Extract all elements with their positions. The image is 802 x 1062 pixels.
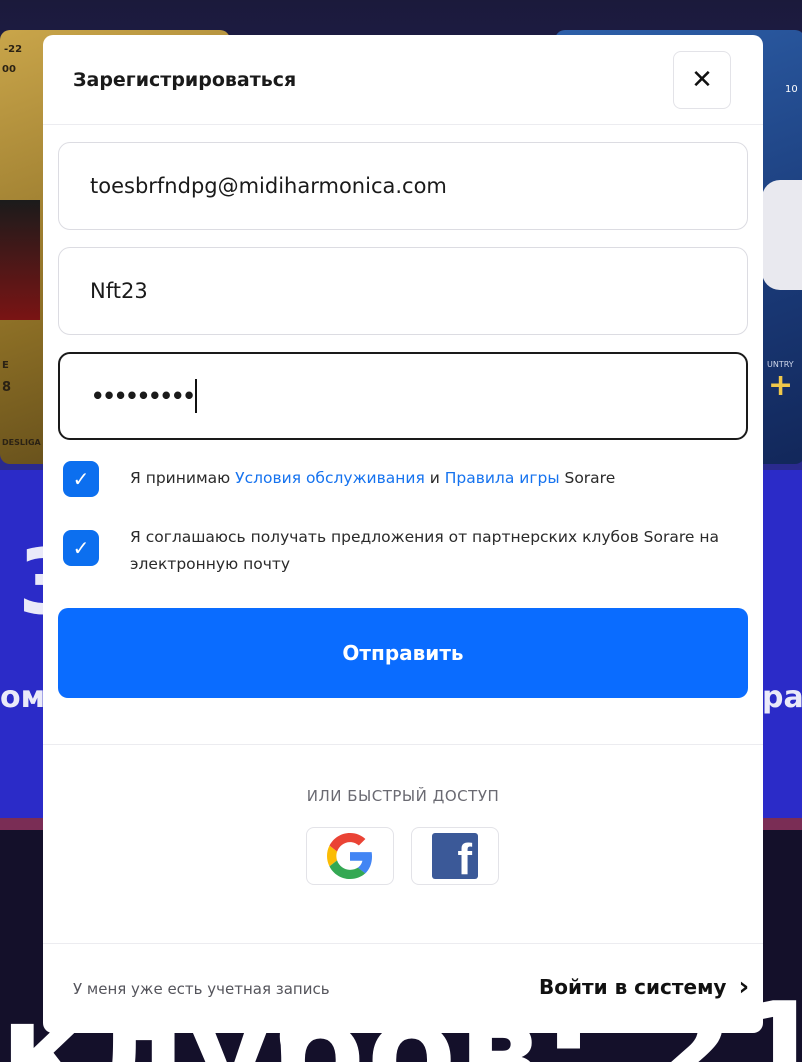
game-rules-link[interactable]: Правила игры xyxy=(445,469,560,487)
terms-middle: и xyxy=(424,469,445,487)
nickname-field[interactable]: Nft23 xyxy=(58,247,748,335)
facebook-glyph: f xyxy=(457,835,472,884)
marketing-checkbox[interactable]: ✓ xyxy=(63,530,99,566)
divider xyxy=(43,943,763,944)
player-jersey xyxy=(0,200,40,320)
terms-suffix: Sorare xyxy=(559,469,616,487)
card-meta: E xyxy=(2,360,9,371)
modal-header: Зарегистрироваться ✕ xyxy=(43,35,763,125)
terms-text: Я принимаю Условия обслуживания и Правил… xyxy=(130,465,615,492)
signup-modal: Зарегистрироваться ✕ toesbrfndpg@midihar… xyxy=(43,35,763,1033)
facebook-icon: f xyxy=(432,833,478,884)
terms-checkbox[interactable]: ✓ xyxy=(63,461,99,497)
card-meta: -22 xyxy=(4,44,23,55)
background-text: ом xyxy=(0,680,46,715)
email-value: toesbrfndpg@midiharmonica.com xyxy=(90,174,447,198)
chevron-right-icon: › xyxy=(738,972,750,1002)
player-shirt xyxy=(762,180,802,290)
checkmark-icon: ✓ xyxy=(72,536,90,560)
checkmark-icon: ✓ xyxy=(72,467,90,491)
password-field[interactable]: ••••••••• xyxy=(58,352,748,440)
terms-prefix: Я принимаю xyxy=(130,469,236,487)
google-login-button[interactable] xyxy=(306,827,394,885)
login-link-label: Войти в систему xyxy=(539,975,727,999)
quick-access-label: ИЛИ БЫСТРЫЙ ДОСТУП xyxy=(306,787,500,805)
card-meta: DESLIGA xyxy=(2,438,41,447)
divider xyxy=(43,744,763,745)
google-icon xyxy=(327,833,373,879)
marketing-line-1: Я соглашаюсь получать предложения от пар… xyxy=(130,528,719,546)
card-meta: 8 xyxy=(2,380,12,395)
terms-of-service-link[interactable]: Условия обслуживания xyxy=(235,469,425,487)
nickname-value: Nft23 xyxy=(90,279,148,303)
submit-button[interactable]: Отправить xyxy=(58,608,748,698)
text-caret xyxy=(194,379,197,413)
marketing-line-2: электронную почту xyxy=(130,555,291,573)
background-text: ран xyxy=(762,680,802,715)
password-value: ••••••••• xyxy=(91,384,196,408)
existing-account-text: У меня уже есть учетная запись xyxy=(73,980,330,998)
email-field[interactable]: toesbrfndpg@midiharmonica.com xyxy=(58,142,748,230)
plus-icon: + xyxy=(768,368,794,403)
login-link[interactable]: Войти в систему › xyxy=(539,972,750,1002)
modal-title: Зарегистрироваться xyxy=(73,69,297,91)
facebook-login-button[interactable]: f xyxy=(411,827,499,885)
close-button[interactable]: ✕ xyxy=(673,51,731,109)
marketing-text: Я соглашаюсь получать предложения от пар… xyxy=(130,524,719,578)
close-icon: ✕ xyxy=(691,65,713,95)
card-meta: 00 xyxy=(2,64,16,75)
card-meta: 10 xyxy=(785,84,798,95)
